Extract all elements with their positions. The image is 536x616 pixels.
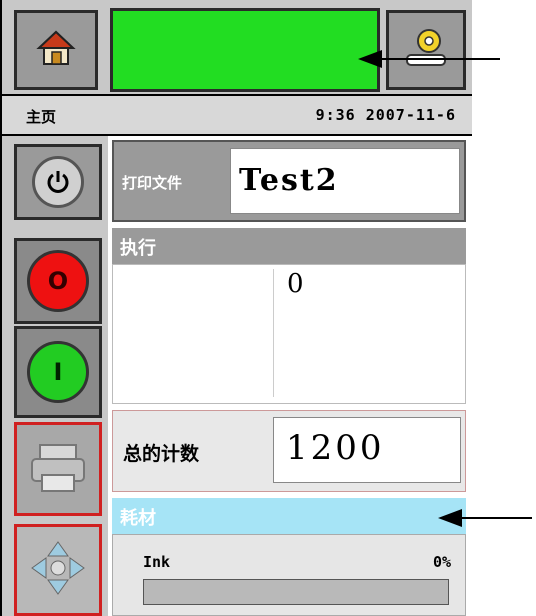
- settings-button[interactable]: [386, 10, 466, 90]
- execution-divider: [273, 269, 274, 397]
- navigation-arrows-icon: [28, 538, 88, 602]
- settings-gear-icon: [403, 25, 449, 75]
- main-panel: 打印文件 Test2 执行 0 总的计数 1200 耗材 Ink 0%: [108, 136, 470, 616]
- total-count-label: 总的计数: [123, 443, 200, 465]
- stop-label: O: [27, 250, 89, 312]
- printer-icon: [28, 439, 88, 499]
- power-icon: [32, 156, 84, 208]
- print-file-label: 打印文件: [122, 174, 183, 192]
- home-icon: [36, 28, 76, 72]
- printer-status-bar[interactable]: [110, 8, 380, 92]
- consumables-header[interactable]: 耗材: [112, 498, 466, 534]
- print-file-value: Test2: [230, 148, 460, 214]
- callout-arrowhead-consumables: [438, 509, 462, 527]
- callout-arrow-consumables: [460, 517, 532, 519]
- total-count-row[interactable]: 总的计数 1200: [112, 410, 466, 492]
- execution-row1-value: 0: [287, 269, 304, 299]
- print-button[interactable]: [14, 422, 102, 516]
- ink-level-bar: [143, 579, 449, 605]
- home-button[interactable]: [14, 10, 98, 90]
- start-label: I: [27, 341, 89, 403]
- power-button[interactable]: [14, 144, 102, 220]
- ink-label: Ink: [143, 553, 171, 571]
- execution-panel: 0: [112, 264, 466, 404]
- start-button[interactable]: I: [14, 326, 102, 418]
- page-title: 主页: [26, 108, 57, 126]
- top-bar: [2, 0, 472, 96]
- execution-header: 执行: [112, 228, 466, 264]
- control-column: O I: [2, 136, 108, 616]
- stop-button[interactable]: O: [14, 238, 102, 324]
- print-file-row[interactable]: 打印文件 Test2: [112, 140, 466, 222]
- callout-arrowhead-status: [358, 50, 382, 68]
- consumables-panel[interactable]: Ink 0%: [112, 534, 466, 616]
- navigation-button[interactable]: [14, 524, 102, 616]
- info-strip: 主页 9:36 2007-11-6: [2, 96, 472, 136]
- callout-arrow-status: [380, 58, 500, 60]
- clock-display: 9:36 2007-11-6: [315, 106, 456, 124]
- ink-percent: 0%: [432, 553, 451, 571]
- total-count-value: 1200: [273, 417, 461, 483]
- printer-screen: 主页 9:36 2007-11-6 O I 打印文件 Test2 执行 0 总的…: [0, 0, 472, 616]
